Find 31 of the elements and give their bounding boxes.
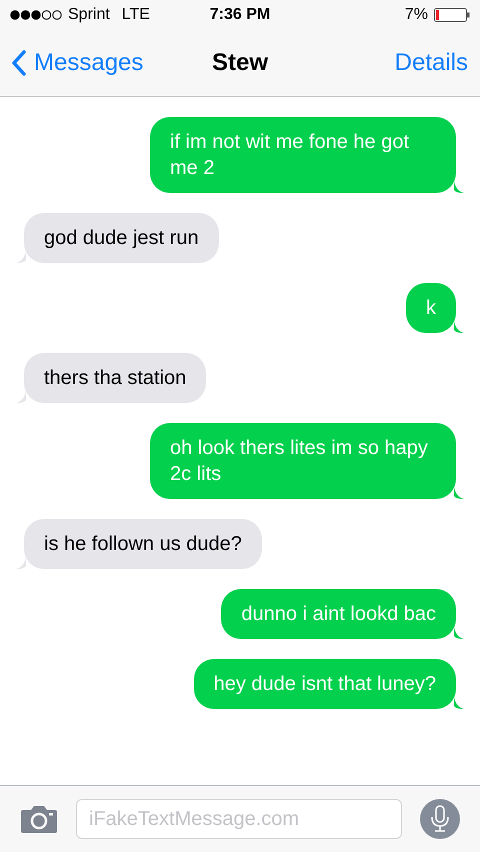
microphone-button[interactable] — [420, 799, 460, 839]
sent-message: k — [406, 283, 456, 333]
bubble-tail — [16, 251, 26, 263]
clock-time: 7:36 PM — [210, 6, 270, 24]
back-label: Messages — [34, 49, 144, 77]
sent-message: oh look thers lites im so hapy 2c lits — [150, 423, 456, 499]
bubble-tail — [454, 487, 464, 499]
bubble-tail — [454, 321, 464, 333]
back-button[interactable]: Messages — [12, 49, 144, 77]
bubble-tail — [454, 697, 464, 709]
message-input-field[interactable]: iFakeTextMessage.com — [76, 799, 402, 839]
bubble-tail — [16, 557, 26, 569]
received-message: thers tha station — [24, 353, 206, 403]
bubble-tail — [454, 181, 464, 193]
details-button[interactable]: Details — [394, 49, 468, 77]
chevron-left-icon — [12, 50, 26, 76]
battery-icon — [434, 7, 470, 23]
sent-message: if im not wit me fone he got me 2 — [150, 117, 456, 193]
microphone-icon — [430, 805, 450, 833]
battery-percent: 7% — [404, 6, 428, 24]
sent-message: dunno i aint lookd bac — [221, 589, 456, 639]
sent-message: hey dude isnt that luney? — [194, 659, 456, 709]
contact-name: Stew — [212, 49, 268, 77]
network-type: LTE — [122, 6, 150, 24]
bubble-tail — [454, 627, 464, 639]
camera-icon[interactable] — [20, 804, 58, 834]
received-message: god dude jest run — [24, 213, 219, 263]
carrier-name: Sprint — [68, 6, 110, 24]
bubble-tail — [16, 391, 26, 403]
signal-icon — [10, 10, 62, 20]
received-message: is he follown us dude? — [24, 519, 262, 569]
